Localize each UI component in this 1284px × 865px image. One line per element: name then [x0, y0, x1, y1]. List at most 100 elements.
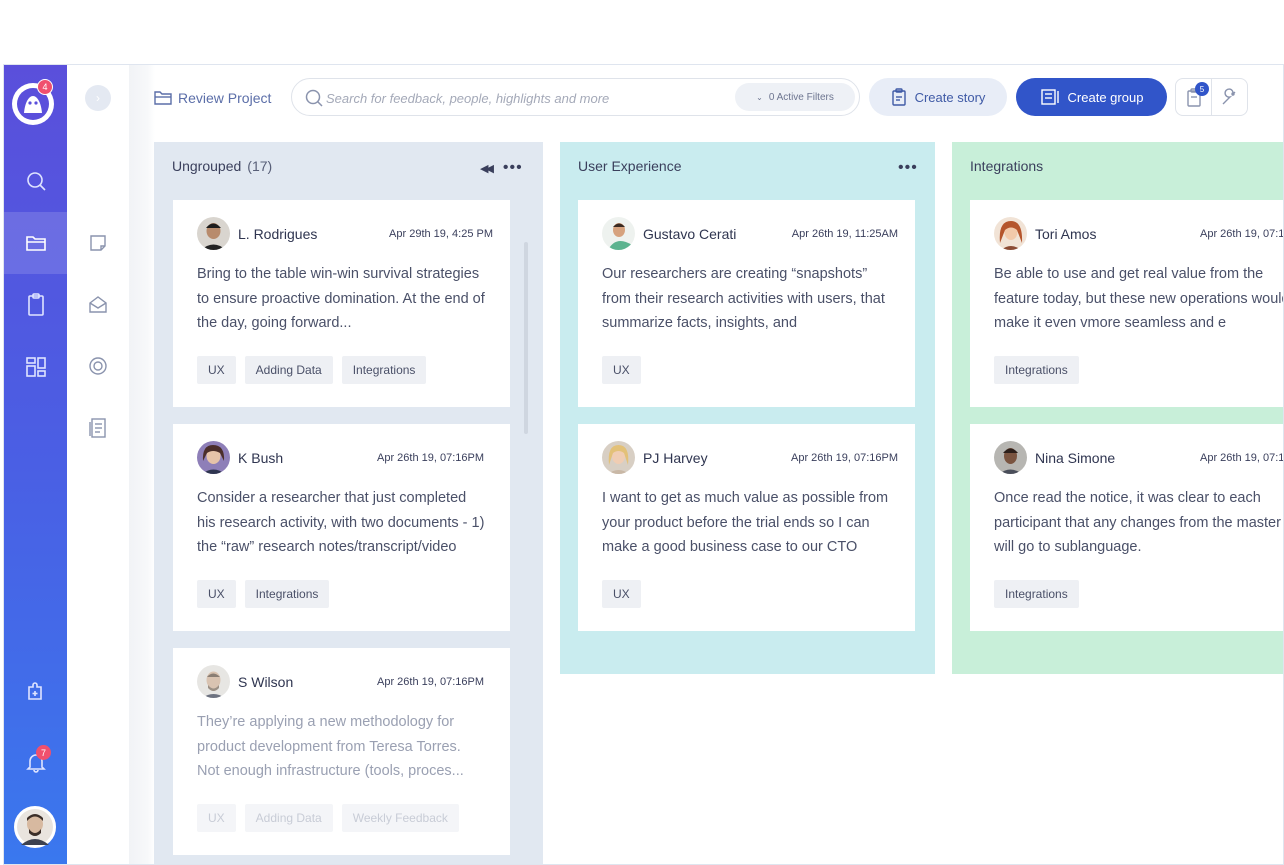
stories-count-badge: 5	[1195, 82, 1209, 96]
more-options-icon[interactable]: •••	[503, 159, 523, 177]
feedback-text: They’re applying a new methodology for p…	[197, 714, 464, 779]
feedback-card[interactable]: Tori Amos Apr 26th 19, 07:16PM Be able t…	[970, 200, 1284, 407]
feedback-text: I want to get as much value as possible …	[602, 490, 889, 555]
author-name: PJ Harvey	[643, 450, 708, 466]
clipboard-icon	[27, 293, 44, 316]
tag-list: UX Adding Data Weekly Feedback	[197, 804, 459, 832]
timestamp: Apr 26th 19, 07:16PM	[376, 452, 484, 464]
feedback-text: Our researchers are creating “snapshots”…	[602, 266, 885, 331]
expand-nav-button[interactable]: ›	[85, 85, 111, 111]
folder-icon	[154, 91, 172, 105]
active-filters-button[interactable]: ⌄ 0 Active Filters	[735, 83, 855, 111]
column-tools: ◀◀ •••	[480, 159, 523, 177]
more-options-icon[interactable]: •••	[898, 159, 918, 177]
author-name: K Bush	[238, 450, 284, 466]
rail-search[interactable]	[4, 150, 67, 212]
tag-list: Integrations	[994, 356, 1079, 384]
timestamp: Apr 26th 19, 07:16PM	[376, 676, 484, 688]
author-name: Nina Simone	[1035, 450, 1116, 466]
rail-add-integration[interactable]	[4, 661, 67, 723]
notifications-badge: 7	[36, 745, 51, 760]
create-group-button[interactable]: Create group	[1016, 78, 1167, 116]
avatar	[602, 441, 635, 474]
target-icon	[89, 357, 107, 375]
column-tools: •••	[898, 159, 918, 177]
report-icon	[89, 418, 106, 438]
search-input[interactable]	[326, 87, 716, 109]
search-icon	[305, 89, 323, 107]
feedback-card[interactable]: PJ Harvey Apr 26th 19, 07:16PM I want to…	[578, 424, 915, 631]
tag[interactable]: Integrations	[244, 580, 330, 608]
column-title: User Experience	[578, 158, 682, 174]
collapse-icon[interactable]: ◀◀	[480, 162, 494, 175]
tag-list: UX	[602, 356, 641, 384]
app-window: 4 7 › Review Project Search for feedback…	[3, 64, 1284, 865]
column-title: Ungrouped	[172, 158, 242, 174]
chevron-down-icon: ⌄	[756, 92, 763, 102]
feedback-text: Consider a researcher that just complete…	[197, 490, 485, 555]
column-scrollbar[interactable]	[524, 242, 528, 434]
tag[interactable]: Integrations	[994, 356, 1079, 384]
main-rail: 4 7	[4, 65, 67, 864]
avatar	[602, 217, 635, 250]
avatar	[994, 217, 1027, 250]
avatar	[197, 217, 230, 250]
timestamp: Apr 26th 19, 07:16PM	[790, 452, 898, 464]
settings-button[interactable]	[1211, 79, 1247, 115]
feedback-card[interactable]: L. Rodrigues Apr 29th 19, 4:25 PM Bring …	[173, 200, 510, 407]
chevron-right-icon: ›	[96, 91, 100, 105]
user-avatar[interactable]	[14, 806, 56, 848]
tag[interactable]: UX	[197, 804, 236, 832]
project-title: Review Project	[178, 90, 272, 106]
avatar	[994, 441, 1027, 474]
tag[interactable]: UX	[197, 356, 236, 384]
column-ungrouped: Ungrouped (17) ◀◀ ••• L. Rodrigues Apr 2…	[154, 142, 543, 864]
feedback-card[interactable]: Nina Simone Apr 26th 19, 07:16PM Once re…	[970, 424, 1283, 631]
tag[interactable]: UX	[602, 580, 641, 608]
stories-button[interactable]: 5	[1176, 79, 1211, 115]
notification-count-badge: 4	[37, 79, 53, 95]
tools-group: 5	[1175, 78, 1248, 116]
feedback-text: Once read the notice, it was clear to ea…	[994, 490, 1281, 555]
tag[interactable]: UX	[602, 356, 641, 384]
column-header: User Experience	[578, 158, 682, 174]
create-story-label: Create story	[914, 89, 986, 105]
create-story-button[interactable]: Create story	[869, 78, 1007, 116]
rail-dashboard[interactable]	[4, 336, 67, 398]
subnav-notes[interactable]	[81, 226, 115, 260]
tag-list: UX	[602, 580, 641, 608]
rail-projects[interactable]	[4, 212, 67, 274]
column-integrations: Integrations Tori Amos Apr 26th 19, 07:1…	[952, 142, 1284, 674]
author-name: Tori Amos	[1035, 226, 1097, 242]
project-breadcrumb[interactable]: Review Project	[154, 87, 271, 109]
note-icon	[90, 235, 106, 251]
author-name: L. Rodrigues	[238, 226, 318, 242]
tag[interactable]: Weekly Feedback	[341, 804, 459, 832]
subnav-reports[interactable]	[81, 411, 115, 445]
rail-notifications[interactable]	[4, 731, 67, 793]
story-icon	[891, 88, 906, 106]
tag[interactable]: UX	[197, 580, 236, 608]
secondary-nav: ›	[67, 65, 129, 864]
timestamp: Apr 29th 19, 4:25 PM	[389, 228, 493, 240]
column-user-experience: User Experience ••• Gustavo Cerati Apr 2…	[560, 142, 935, 674]
feedback-card[interactable]: K Bush Apr 26th 19, 07:16PM Consider a r…	[173, 424, 510, 631]
avatar	[197, 665, 230, 698]
tag[interactable]: Adding Data	[244, 356, 333, 384]
timestamp: Apr 26th 19, 07:16PM	[1199, 228, 1284, 240]
column-header: Integrations	[970, 158, 1043, 174]
avatar	[197, 441, 230, 474]
column-count: (17)	[247, 158, 273, 174]
envelope-icon	[89, 296, 107, 313]
tag[interactable]: Adding Data	[244, 804, 333, 832]
rail-documents[interactable]	[4, 274, 67, 336]
feedback-card[interactable]: Gustavo Cerati Apr 26th 19, 11:25AM Our …	[578, 200, 915, 407]
tag-list: UX Integrations	[197, 580, 330, 608]
feedback-text: Bring to the table win-win survival stra…	[197, 266, 485, 331]
subnav-insights[interactable]	[81, 349, 115, 383]
tag[interactable]: Integrations	[341, 356, 427, 384]
tag[interactable]: Integrations	[994, 580, 1079, 608]
subnav-inbox[interactable]	[81, 288, 115, 322]
group-icon	[1040, 89, 1059, 105]
feedback-card[interactable]: S Wilson Apr 26th 19, 07:16PM They’re ap…	[173, 648, 510, 855]
